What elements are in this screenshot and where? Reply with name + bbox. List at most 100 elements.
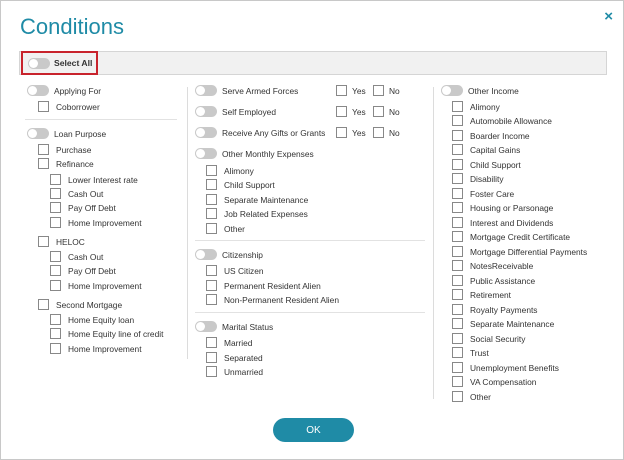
- select-all-toggle-row[interactable]: Select All: [21, 51, 98, 75]
- checkbox[interactable]: [336, 127, 347, 138]
- checkbox[interactable]: [50, 188, 61, 199]
- checkbox-row-unmarried[interactable]: Unmarried: [206, 366, 263, 377]
- checkbox-row-alimony[interactable]: Alimony: [206, 165, 254, 176]
- checkbox-row-purchase[interactable]: Purchase: [38, 144, 91, 155]
- checkbox[interactable]: [206, 337, 217, 348]
- serve-armed-forces-toggle-row[interactable]: Serve Armed Forces: [195, 85, 298, 96]
- checkbox[interactable]: [336, 106, 347, 117]
- checkbox[interactable]: [452, 101, 463, 112]
- income-item[interactable]: Foster Care: [452, 188, 514, 199]
- checkbox[interactable]: [452, 304, 463, 315]
- income-item[interactable]: Automobile Allowance: [452, 115, 552, 126]
- checkbox[interactable]: [452, 391, 463, 402]
- checkbox-row-married[interactable]: Married: [206, 337, 252, 348]
- self-employed-toggle[interactable]: [195, 106, 217, 117]
- checkbox[interactable]: [38, 299, 49, 310]
- income-item[interactable]: Alimony: [452, 101, 500, 112]
- checkbox[interactable]: [206, 194, 217, 205]
- other-monthly-expenses-toggle-row[interactable]: Other Monthly Expenses: [195, 148, 314, 159]
- applying-for-toggle[interactable]: [27, 85, 49, 96]
- checkbox[interactable]: [50, 174, 61, 185]
- checkbox-row-coborrower[interactable]: Coborrower: [38, 101, 100, 112]
- checkbox-row-separated[interactable]: Separated: [206, 352, 263, 363]
- checkbox-row-home-equity-line[interactable]: Home Equity line of credit: [50, 328, 163, 339]
- checkbox[interactable]: [452, 144, 463, 155]
- marital-status-toggle[interactable]: [195, 321, 217, 332]
- checkbox-row-home-improvement[interactable]: Home Improvement: [50, 217, 142, 228]
- serve-armed-forces-toggle[interactable]: [195, 85, 217, 96]
- income-item[interactable]: Trust: [452, 347, 489, 358]
- checkbox[interactable]: [452, 275, 463, 286]
- self-employed-yes[interactable]: Yes: [336, 106, 366, 117]
- loan-purpose-toggle[interactable]: [27, 128, 49, 139]
- receive-gifts-toggle-row[interactable]: Receive Any Gifts or Grants: [195, 127, 325, 138]
- close-icon[interactable]: ×: [604, 8, 613, 25]
- checkbox[interactable]: [50, 280, 61, 291]
- income-item[interactable]: Mortgage Differential Payments: [452, 246, 587, 257]
- income-item[interactable]: Social Security: [452, 333, 525, 344]
- checkbox[interactable]: [452, 159, 463, 170]
- checkbox-row-heloc-cash-out[interactable]: Cash Out: [50, 251, 103, 262]
- income-item[interactable]: Other: [452, 391, 491, 402]
- checkbox-row-permanent-resident[interactable]: Permanent Resident Alien: [206, 280, 321, 291]
- checkbox[interactable]: [452, 173, 463, 184]
- marital-status-toggle-row[interactable]: Marital Status: [195, 321, 273, 332]
- checkbox[interactable]: [50, 328, 61, 339]
- checkbox[interactable]: [452, 231, 463, 242]
- other-income-toggle-row[interactable]: Other Income: [441, 85, 519, 96]
- checkbox[interactable]: [50, 217, 61, 228]
- citizenship-toggle-row[interactable]: Citizenship: [195, 249, 263, 260]
- checkbox[interactable]: [206, 165, 217, 176]
- checkbox[interactable]: [452, 376, 463, 387]
- receive-gifts-toggle[interactable]: [195, 127, 217, 138]
- income-item[interactable]: Separate Maintenance: [452, 318, 554, 329]
- checkbox[interactable]: [452, 260, 463, 271]
- income-item[interactable]: Disability: [452, 173, 504, 184]
- other-monthly-expenses-toggle[interactable]: [195, 148, 217, 159]
- income-item[interactable]: Child Support: [452, 159, 521, 170]
- checkbox-row-non-permanent-resident[interactable]: Non-Permanent Resident Alien: [206, 294, 339, 305]
- self-employed-toggle-row[interactable]: Self Employed: [195, 106, 276, 117]
- checkbox-row-heloc-home-improvement[interactable]: Home Improvement: [50, 280, 142, 291]
- checkbox-row-child-support[interactable]: Child Support: [206, 179, 275, 190]
- checkbox[interactable]: [452, 289, 463, 300]
- checkbox[interactable]: [452, 362, 463, 373]
- checkbox[interactable]: [206, 179, 217, 190]
- checkbox[interactable]: [38, 101, 49, 112]
- checkbox-row-heloc[interactable]: HELOC: [38, 236, 85, 247]
- checkbox[interactable]: [206, 294, 217, 305]
- checkbox[interactable]: [336, 85, 347, 96]
- checkbox[interactable]: [50, 343, 61, 354]
- loan-purpose-toggle-row[interactable]: Loan Purpose: [27, 128, 106, 139]
- checkbox[interactable]: [452, 217, 463, 228]
- income-item[interactable]: Retirement: [452, 289, 511, 300]
- income-item[interactable]: Housing or Parsonage: [452, 202, 553, 213]
- income-item[interactable]: Interest and Dividends: [452, 217, 553, 228]
- checkbox[interactable]: [206, 265, 217, 276]
- ok-button[interactable]: OK: [273, 418, 354, 442]
- checkbox-row-second-mortgage-home-improvement[interactable]: Home Improvement: [50, 343, 142, 354]
- income-item[interactable]: VA Compensation: [452, 376, 536, 387]
- income-item[interactable]: Royalty Payments: [452, 304, 538, 315]
- checkbox[interactable]: [50, 202, 61, 213]
- income-item[interactable]: Unemployment Benefits: [452, 362, 559, 373]
- checkbox[interactable]: [452, 202, 463, 213]
- checkbox[interactable]: [206, 366, 217, 377]
- checkbox[interactable]: [452, 333, 463, 344]
- checkbox-row-other-expense[interactable]: Other: [206, 223, 245, 234]
- checkbox[interactable]: [452, 347, 463, 358]
- checkbox-row-heloc-pay-off-debt[interactable]: Pay Off Debt: [50, 265, 116, 276]
- checkbox-row-home-equity-loan[interactable]: Home Equity loan: [50, 314, 134, 325]
- checkbox[interactable]: [452, 115, 463, 126]
- checkbox[interactable]: [50, 314, 61, 325]
- checkbox-row-cash-out[interactable]: Cash Out: [50, 188, 103, 199]
- income-item[interactable]: Mortgage Credit Certificate: [452, 231, 570, 242]
- checkbox-row-us-citizen[interactable]: US Citizen: [206, 265, 264, 276]
- checkbox[interactable]: [373, 127, 384, 138]
- checkbox[interactable]: [206, 280, 217, 291]
- checkbox-row-job-related-expenses[interactable]: Job Related Expenses: [206, 208, 308, 219]
- checkbox-row-second-mortgage[interactable]: Second Mortgage: [38, 299, 122, 310]
- checkbox[interactable]: [38, 144, 49, 155]
- income-item[interactable]: Public Assistance: [452, 275, 535, 286]
- select-all-toggle[interactable]: [28, 57, 50, 69]
